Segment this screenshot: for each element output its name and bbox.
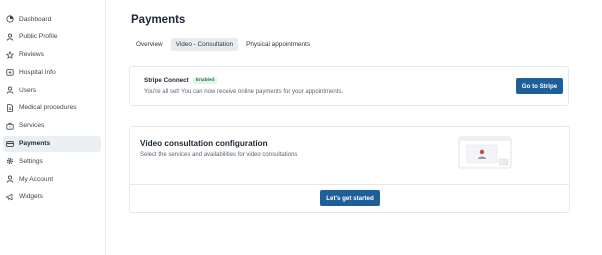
stripe-description: You're all set! You can now receive onli… (144, 89, 344, 95)
sidebar-item-label: Hospital Info (19, 68, 56, 76)
get-started-button[interactable]: Let's get started (320, 190, 380, 206)
users-icon (6, 86, 14, 94)
video-card-header: Video consultation configuration Select … (130, 127, 569, 185)
video-call-illustration (458, 136, 512, 169)
video-config-title: Video consultation configuration (140, 139, 268, 148)
video-consultation-card: Video consultation configuration Select … (129, 126, 570, 213)
sidebar-item-label: Widgets (19, 193, 43, 201)
sidebar-item-label: Users (19, 86, 37, 94)
user-icon (6, 33, 14, 41)
sidebar-item-label: Medical procedures (19, 104, 77, 112)
credit-card-icon (6, 140, 14, 148)
stripe-title-row: Stripe Connect Enabled (144, 77, 218, 85)
sidebar-item-reviews[interactable]: Reviews (3, 47, 101, 63)
briefcase-icon (6, 122, 14, 130)
sidebar-item-dashboard[interactable]: Dashboard (3, 11, 101, 27)
dashboard-icon (6, 15, 14, 23)
tab-overview[interactable]: Overview (131, 38, 168, 51)
status-badge: Enabled (192, 77, 218, 85)
sidebar-item-label: Public Profile (19, 33, 58, 41)
tab-bar: Overview Video - Consultation Physical a… (131, 38, 318, 51)
sidebar-item-label: Services (19, 122, 45, 130)
sidebar-item-hospital-info[interactable]: Hospital Info (3, 64, 101, 80)
sidebar-item-label: Payments (19, 140, 51, 148)
page-title: Payments (131, 14, 186, 26)
main-content: Payments Overview Video - Consultation P… (106, 0, 602, 255)
stripe-connect-card: Stripe Connect Enabled You're all set! Y… (129, 66, 569, 106)
sidebar-item-public-profile[interactable]: Public Profile (3, 29, 101, 45)
star-icon (6, 50, 14, 59)
video-config-description: Select the services and availabilities f… (140, 152, 298, 158)
sidebar-item-my-account[interactable]: My Account (3, 171, 101, 187)
account-icon (6, 175, 14, 183)
sidebar-item-services[interactable]: Services (3, 118, 101, 134)
sidebar-item-payments[interactable]: Payments (3, 135, 101, 152)
go-to-stripe-button[interactable]: Go to Stripe (516, 78, 563, 94)
sidebar-item-settings[interactable]: Settings (3, 153, 101, 169)
document-icon (6, 104, 14, 112)
sidebar-item-label: Dashboard (19, 15, 52, 23)
gear-icon (6, 157, 14, 165)
sidebar-item-widgets[interactable]: Widgets (3, 189, 101, 205)
sidebar-item-medical-procedures[interactable]: Medical procedures (3, 100, 101, 116)
sidebar-item-users[interactable]: Users (3, 82, 101, 98)
tab-physical-appointments[interactable]: Physical appointments (241, 38, 315, 51)
sidebar-item-label: Reviews (19, 51, 44, 59)
tab-video-consultation[interactable]: Video - Consultation (170, 38, 239, 51)
megaphone-icon (6, 193, 14, 201)
sidebar-item-label: My Account (19, 175, 54, 183)
stripe-connect-title: Stripe Connect (144, 77, 189, 85)
sidebar: Dashboard Public Profile Reviews Hospita… (0, 0, 106, 255)
sidebar-item-label: Settings (19, 157, 43, 165)
hospital-icon (6, 68, 14, 76)
